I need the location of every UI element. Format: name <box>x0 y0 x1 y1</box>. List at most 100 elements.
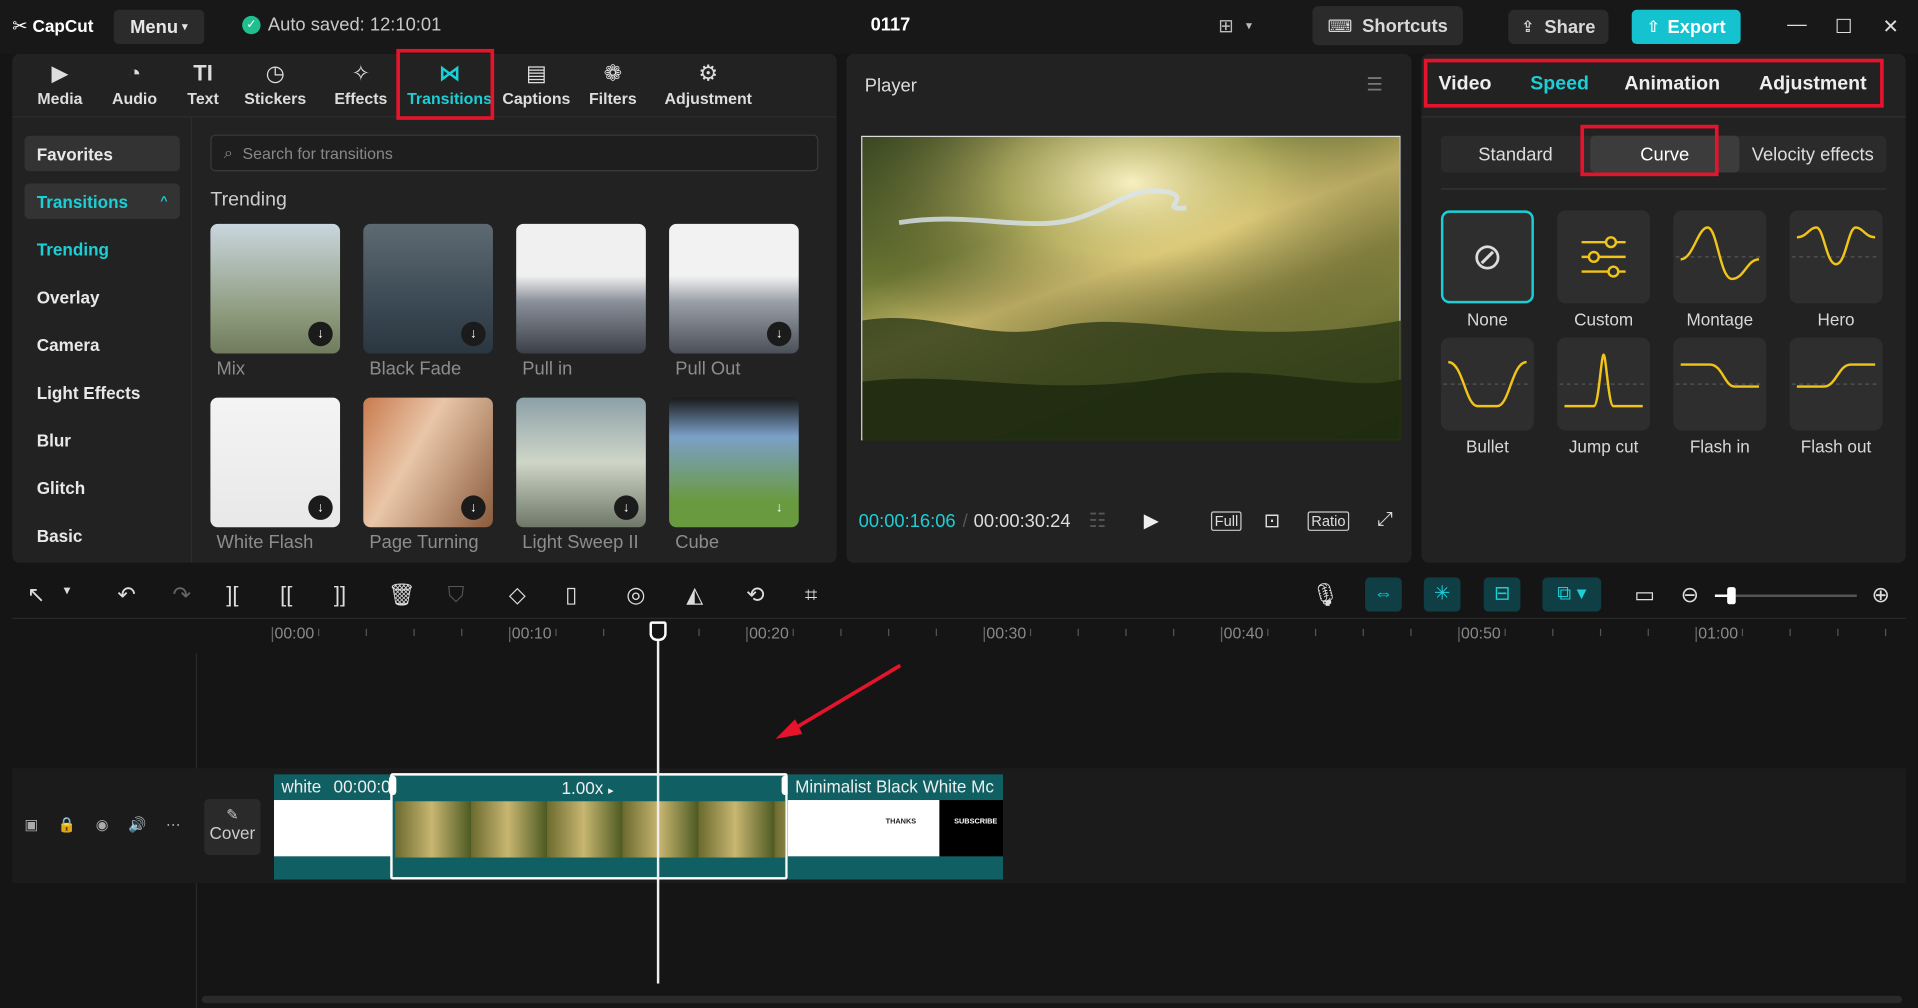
download-icon[interactable]: ↓ <box>461 495 486 520</box>
link-clip-icon[interactable]: ⊟ <box>1483 577 1521 612</box>
magnet-icon[interactable]: ✳ <box>1423 577 1461 612</box>
curve-none[interactable]: ⊘ <box>1440 210 1534 304</box>
sidebar-item-favorites[interactable]: Favorites <box>24 135 180 172</box>
menu-button[interactable]: Menu ▾ <box>113 9 205 45</box>
grid-icon[interactable]: ☷ <box>1089 509 1107 533</box>
curve-montage[interactable] <box>1673 210 1767 304</box>
eye-icon[interactable]: ◉ <box>96 816 109 833</box>
share-button[interactable]: ⇪ Share <box>1508 9 1609 45</box>
split-icon[interactable]: ][ <box>226 582 238 608</box>
maximize-icon[interactable]: ☐ <box>1835 15 1853 39</box>
toolbar-stickers[interactable]: ◷ Stickers <box>232 54 318 115</box>
sidebar-item-glitch[interactable]: Glitch <box>24 470 179 505</box>
mirror-icon[interactable]: ◭ <box>686 582 703 608</box>
curve-bullet[interactable] <box>1440 337 1534 431</box>
layout-button[interactable]: ⊞ ▾ <box>1218 15 1252 37</box>
cursor-icon[interactable]: ↖ <box>27 582 45 608</box>
clip-handle-left[interactable] <box>388 775 397 796</box>
toolbar-audio[interactable]: ◔ Audio <box>95 54 173 115</box>
sidebar-item-trending[interactable]: Trending <box>24 231 179 266</box>
project-name[interactable]: 0117 <box>856 15 924 36</box>
track-type-icon[interactable]: ▣ <box>24 816 38 833</box>
tab-speed[interactable]: Speed <box>1530 73 1589 95</box>
transition-black-fade[interactable]: ↓ <box>363 223 493 354</box>
screen-icon[interactable]: ▭ <box>1634 582 1655 608</box>
download-icon[interactable]: ↓ <box>308 321 333 347</box>
toolbar-filters[interactable]: ❁ Filters <box>577 54 648 115</box>
video-preview[interactable] <box>861 135 1402 442</box>
clip-white[interactable]: white 00:00:0 <box>273 774 392 880</box>
more-icon[interactable]: ⋯ <box>166 816 181 833</box>
minimize-icon[interactable]: — <box>1787 15 1807 37</box>
ratio-button[interactable]: Ratio <box>1307 511 1350 531</box>
curve-flash-out[interactable] <box>1789 337 1883 431</box>
download-icon[interactable]: ↓ <box>614 495 639 520</box>
curve-hero[interactable] <box>1789 210 1883 304</box>
speed-icon[interactable]: ◎ <box>626 582 645 608</box>
sidebar-item-transitions[interactable]: Transitions ^ <box>24 183 180 219</box>
transition-cube[interactable]: ↓ <box>669 397 799 528</box>
tab-velocity-effects[interactable]: Velocity effects <box>1739 136 1886 173</box>
export-button[interactable]: ⇧ Export <box>1631 9 1741 45</box>
curve-custom[interactable] <box>1557 210 1651 304</box>
clip-minimalist[interactable]: Minimalist Black White Mc THANKS SUBSCRI… <box>787 774 1004 880</box>
zoom-slider-handle[interactable] <box>1727 587 1736 605</box>
rotate-icon[interactable]: ⟲ <box>746 582 764 608</box>
preview-axis-icon[interactable]: ⧉ ▾ <box>1542 577 1602 612</box>
sidebar-item-camera[interactable]: Camera <box>24 327 179 362</box>
tab-standard[interactable]: Standard <box>1441 136 1590 173</box>
curve-flash-in[interactable] <box>1673 337 1767 431</box>
sidebar-item-blur[interactable]: Blur <box>24 422 179 457</box>
redo-icon[interactable]: ↷ <box>172 582 190 608</box>
clip-selected[interactable]: 1.00x ▸ <box>388 773 789 880</box>
search-input[interactable]: ⌕ Search for transitions <box>210 134 819 172</box>
crop-icon[interactable]: ⌗ <box>805 582 817 608</box>
shortcuts-button[interactable]: ⌨ Shortcuts <box>1312 6 1463 46</box>
horizontal-scrollbar[interactable] <box>201 995 1903 1004</box>
link-icon[interactable]: ⇔ <box>1365 577 1402 612</box>
toolbar-captions[interactable]: ▤ Captions <box>495 54 577 115</box>
zoom-slider[interactable] <box>1714 587 1857 605</box>
trim-right-icon[interactable]: ]] <box>334 582 346 608</box>
download-icon[interactable]: ↓ <box>308 495 333 520</box>
download-icon[interactable]: ↓ <box>767 495 791 519</box>
speaker-icon[interactable]: 🔊 <box>128 816 146 833</box>
tab-animation[interactable]: Animation <box>1624 73 1720 95</box>
close-icon[interactable]: ✕ <box>1883 15 1899 39</box>
menu-icon[interactable]: ☰ <box>1366 73 1382 96</box>
tab-video[interactable]: Video <box>1438 73 1491 95</box>
curve-jump-cut[interactable] <box>1557 337 1651 431</box>
sidebar-item-overlay[interactable]: Overlay <box>24 279 179 314</box>
undo-icon[interactable]: ↶ <box>117 582 135 608</box>
download-icon[interactable]: ↓ <box>766 321 792 347</box>
microphone-icon[interactable]: 🎙 <box>1311 582 1339 608</box>
playhead-handle[interactable] <box>649 621 667 642</box>
shield-icon[interactable]: ⛉ <box>448 582 465 608</box>
zoom-in-icon[interactable]: ⊕ <box>1871 582 1889 608</box>
transition-pull-out[interactable]: ↓ <box>669 223 799 354</box>
download-icon[interactable]: ↓ <box>461 321 486 347</box>
trim-left-icon[interactable]: [[ <box>280 582 292 608</box>
transition-mix[interactable]: ↓ <box>210 223 341 354</box>
chevron-down-icon[interactable]: ▾ <box>64 582 71 599</box>
toolbar-adjustment[interactable]: ⚙ Adjustment <box>648 54 768 115</box>
cover-button[interactable]: ✎ Cover <box>204 798 261 856</box>
marker-icon[interactable]: ◇ <box>509 582 526 608</box>
time-ruler[interactable]: |00:00 |00:10 |00:20 |00:30 |00:40 |00:50 |01:… <box>12 619 1906 653</box>
fullscreen-icon[interactable]: ⤢ <box>1377 509 1393 531</box>
play-icon[interactable]: ▶ <box>1144 509 1159 533</box>
zoom-out-icon[interactable]: ⊖ <box>1681 582 1699 608</box>
playhead[interactable] <box>656 623 660 984</box>
lock-icon[interactable]: 🔒 <box>58 816 76 833</box>
zoom-fit-icon[interactable]: ⊡ <box>1264 509 1280 533</box>
toolbar-text[interactable]: TI Text <box>174 54 233 115</box>
freeze-icon[interactable]: ▯ <box>565 582 577 608</box>
transition-page-turning[interactable]: ↓ <box>363 397 493 528</box>
transition-white-flash[interactable]: ↓ <box>210 397 341 528</box>
tab-adjustment[interactable]: Adjustment <box>1759 73 1867 95</box>
transition-pull-in[interactable] <box>516 223 646 354</box>
full-button[interactable]: Full <box>1210 511 1242 531</box>
toolbar-media[interactable]: ▶ Media <box>24 54 95 115</box>
toolbar-effects[interactable]: ✧ Effects <box>318 54 404 115</box>
transition-light-sweep-ii[interactable]: ↓ <box>516 397 646 528</box>
